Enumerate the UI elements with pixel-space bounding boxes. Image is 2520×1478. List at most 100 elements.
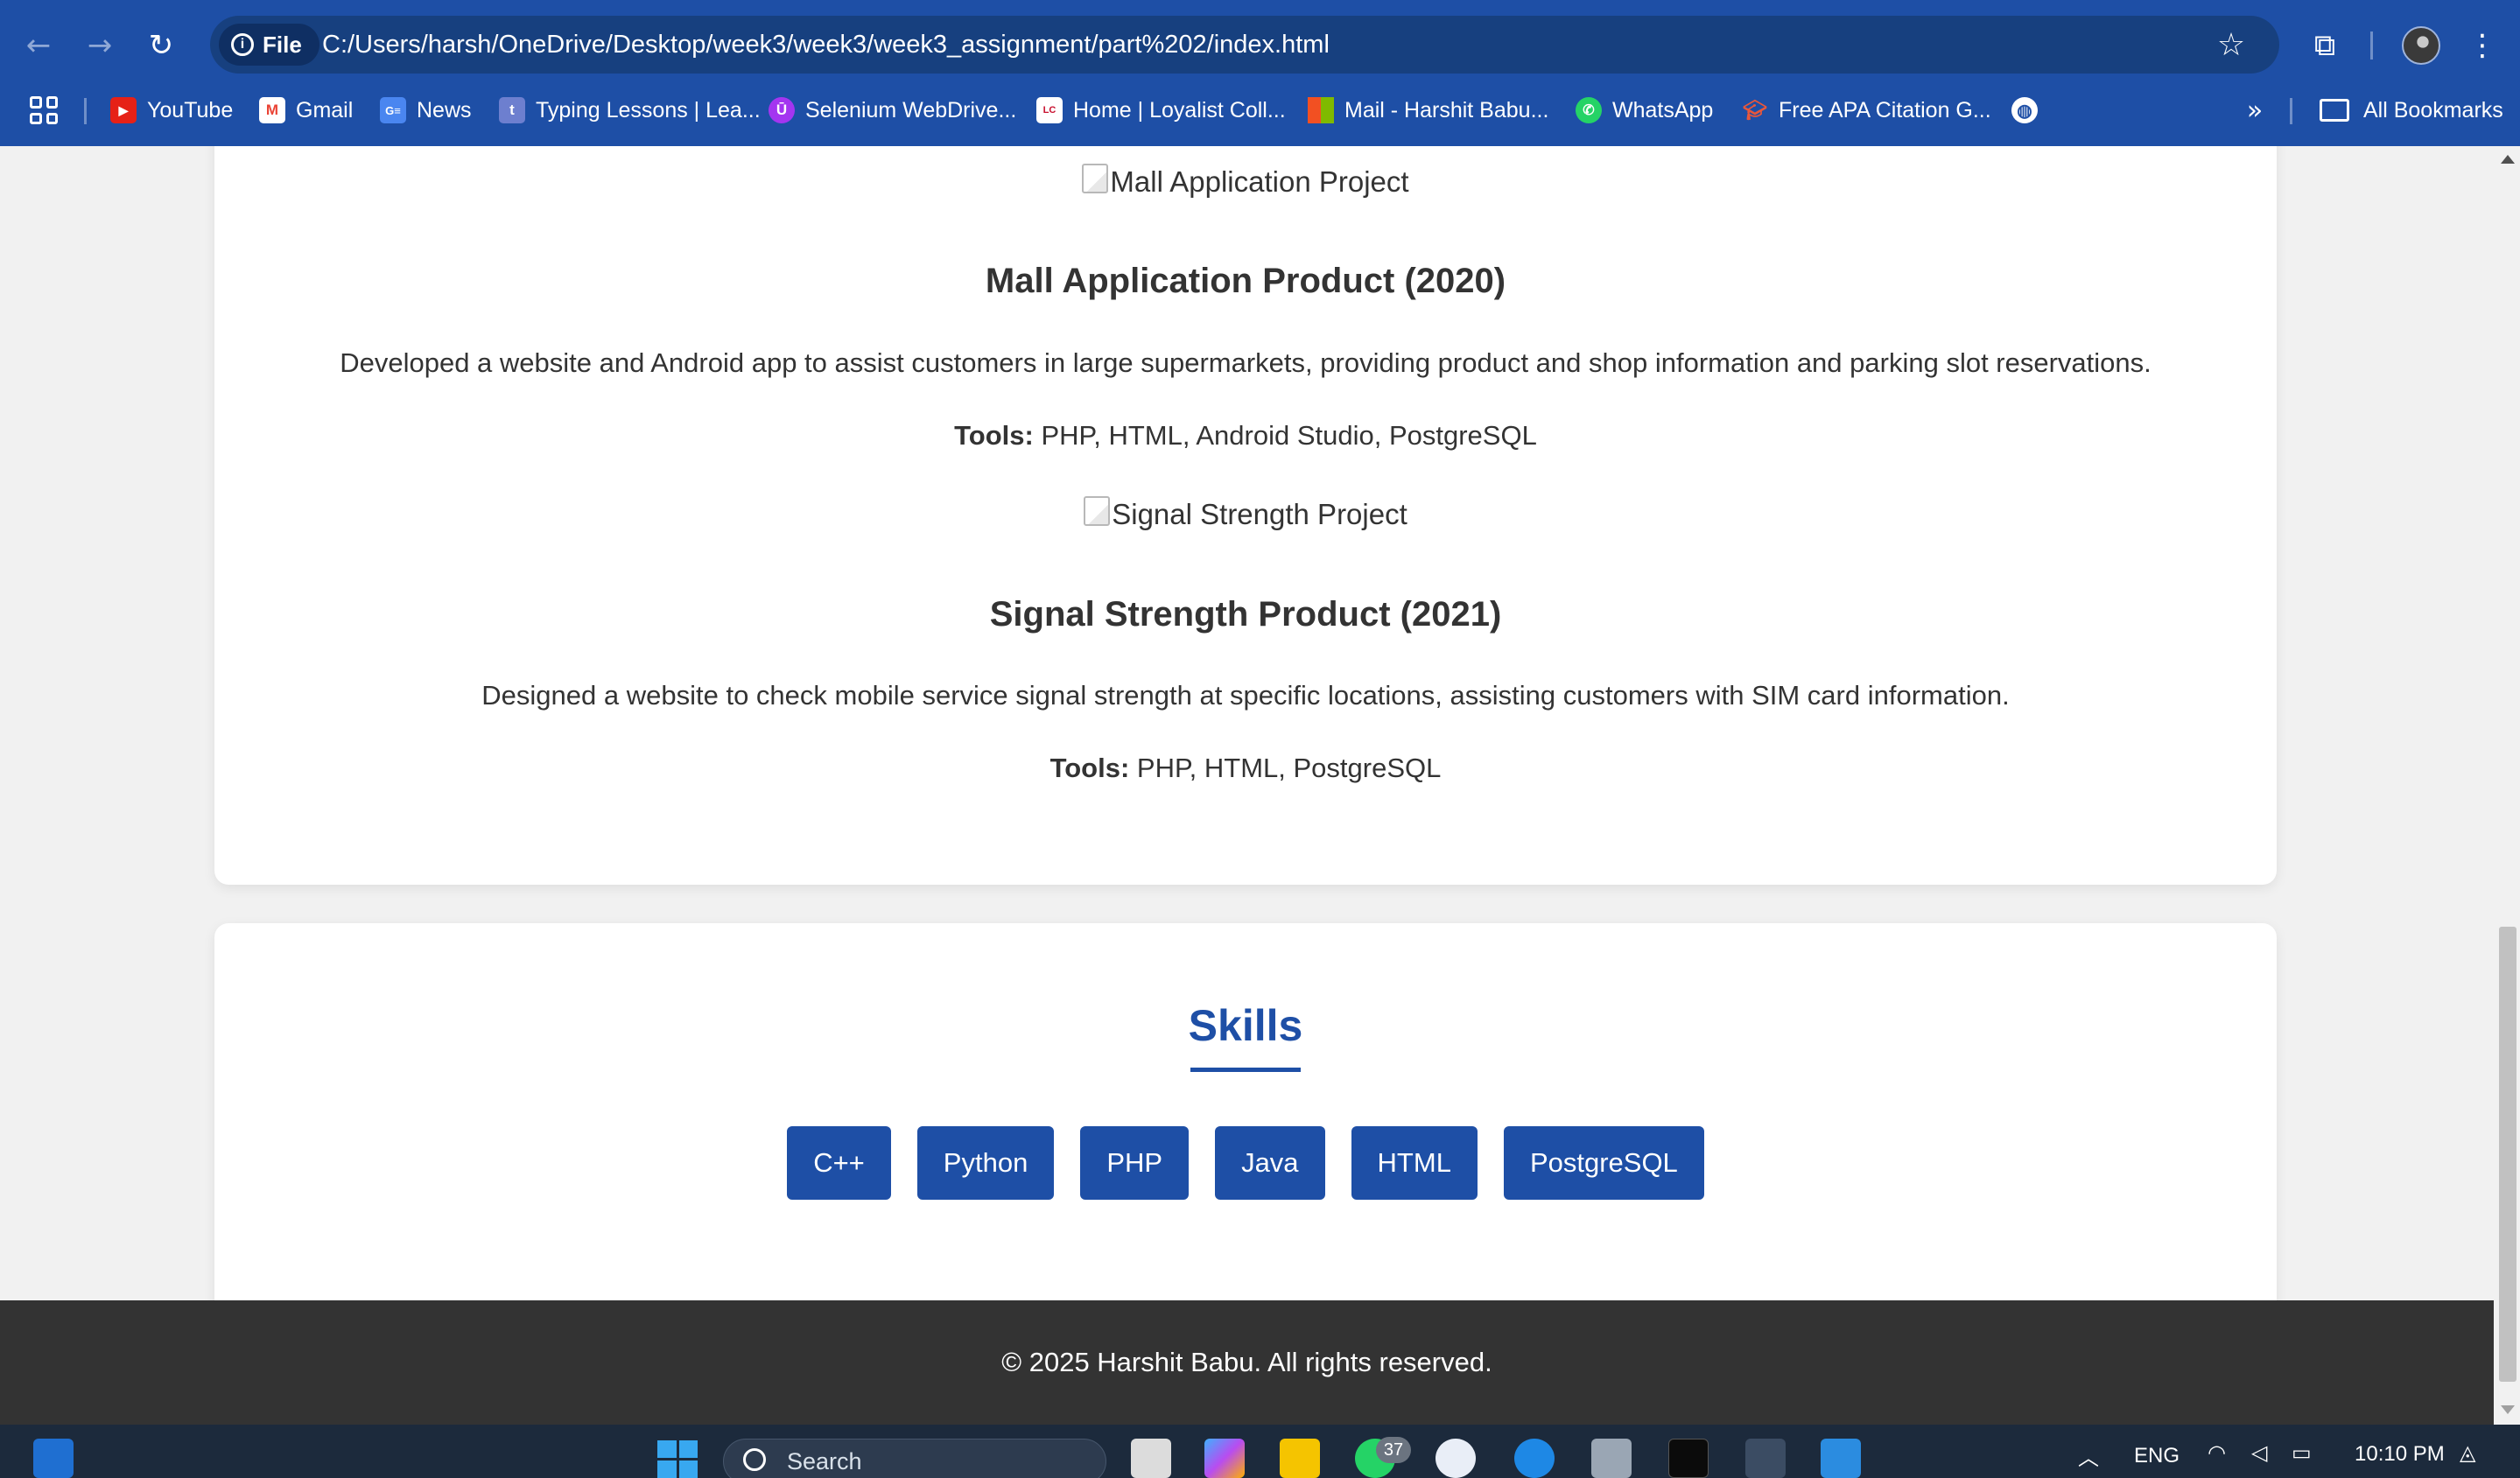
bookmark-apa-citation[interactable]: 🎓︎ Free APA Citation G...: [1742, 88, 1991, 133]
chrome-icon[interactable]: [1745, 1439, 1786, 1478]
bookmark-news[interactable]: G≡ News: [380, 88, 472, 133]
copilot-icon[interactable]: [1204, 1439, 1245, 1478]
bookmark-whatsapp[interactable]: ✆ WhatsApp: [1576, 88, 1713, 133]
skills-title-underline: [1190, 1068, 1301, 1072]
vertical-scrollbar[interactable]: [2494, 146, 2520, 1425]
gmail-icon: M: [259, 97, 285, 123]
task-view-icon[interactable]: [1131, 1439, 1171, 1478]
terminal-icon[interactable]: [1668, 1439, 1709, 1478]
globe-icon: ◍: [2011, 97, 2038, 123]
bookmarks-divider: [84, 98, 87, 124]
wifi-icon[interactable]: ◠: [2208, 1440, 2226, 1465]
footer-copyright: © 2025 Harshit Babu. All rights reserved…: [1001, 1347, 1492, 1377]
url-text[interactable]: C:/Users/harsh/OneDrive/Desktop/week3/we…: [322, 16, 1330, 74]
bookmark-selenium[interactable]: Ū Selenium WebDrive...: [769, 88, 1016, 133]
profile-avatar[interactable]: [2402, 26, 2440, 65]
page-footer: © 2025 Harshit Babu. All rights reserved…: [0, 1300, 2494, 1425]
bookmarks-bar: ▶ YouTube M Gmail G≡ News t Typing Lesso…: [0, 88, 2520, 133]
projects-section: Mall Application Project Mall Applicatio…: [214, 146, 2277, 885]
app-a-icon[interactable]: [1435, 1439, 1476, 1478]
bookmark-label: YouTube: [147, 97, 234, 123]
volume-icon[interactable]: ◁: [2251, 1440, 2267, 1465]
loyalist-icon: LC: [1036, 97, 1063, 123]
windows-start-icon[interactable]: [657, 1440, 698, 1478]
bookmark-label: News: [417, 97, 472, 123]
bookmark-globe[interactable]: ◍: [2011, 88, 2038, 133]
reload-button[interactable]: ↻: [138, 23, 184, 68]
scroll-down-arrow-icon[interactable]: [2501, 1405, 2515, 1414]
browser-toolbar: ← → ↻ i File C:/Users/harsh/OneDrive/Des…: [0, 14, 2520, 77]
typing-icon: t: [499, 97, 525, 123]
skill-badge-java[interactable]: Java: [1215, 1126, 1325, 1200]
apps-grid-icon[interactable]: [30, 96, 58, 124]
project-image-alt: Mall Application Project: [1110, 165, 1409, 198]
taskbar-search[interactable]: Search: [723, 1439, 1106, 1478]
scrollbar-thumb[interactable]: [2499, 927, 2516, 1382]
skills-title: Skills: [1188, 1001, 1303, 1050]
search-icon: [743, 1448, 766, 1471]
skill-badge-postgresql[interactable]: PostgreSQL: [1503, 1126, 1704, 1200]
bookmark-label: Mail - Harshit Babu...: [1344, 97, 1549, 123]
menu-kebab-icon[interactable]: ⋮: [2460, 23, 2505, 68]
whatsapp-icon: ✆: [1576, 97, 1602, 123]
back-button[interactable]: ←: [16, 23, 61, 68]
bookmark-loyalist[interactable]: LC Home | Loyalist Coll...: [1036, 88, 1286, 133]
bookmark-label: Typing Lessons | Lea...: [536, 97, 761, 123]
microsoft-icon: [1308, 97, 1334, 123]
project-image-alt: Signal Strength Project: [1112, 498, 1407, 530]
project-tools: Tools: PHP, HTML, PostgreSQL: [214, 753, 2277, 784]
bookmark-label: Selenium WebDrive...: [805, 97, 1017, 123]
vscode-icon[interactable]: [1821, 1439, 1861, 1478]
extensions-icon[interactable]: ⧉: [2302, 23, 2348, 68]
bookmark-label: Free APA Citation G...: [1779, 97, 1991, 123]
project-image: Mall Application Project: [214, 164, 2277, 199]
taskbar-search-placeholder: Search: [787, 1448, 862, 1474]
taskbar-clock[interactable]: 10:10 PM: [2355, 1442, 2445, 1467]
whatsapp-unread-badge: 37: [1376, 1437, 1411, 1463]
project-tools: Tools: PHP, HTML, Android Studio, Postgr…: [214, 420, 2277, 452]
project-title: Signal Strength Product (2021): [989, 595, 1502, 634]
udemy-icon: Ū: [769, 97, 795, 123]
battery-icon[interactable]: ▭: [2292, 1440, 2312, 1465]
project-description: Designed a website to check mobile servi…: [481, 680, 2010, 711]
docker-icon[interactable]: [1514, 1439, 1555, 1478]
input-language[interactable]: ENG: [2134, 1444, 2180, 1468]
notification-bell-icon[interactable]: ◬: [2460, 1440, 2475, 1465]
project-title: Mall Application Product (2020): [985, 262, 1506, 300]
bookmarks-overflow-icon[interactable]: »: [2237, 88, 2272, 133]
toolbar-divider: [2370, 32, 2373, 60]
site-info-chip[interactable]: i File: [219, 24, 319, 66]
bookmark-outlook-mail[interactable]: Mail - Harshit Babu...: [1308, 88, 1548, 133]
all-bookmarks-label: All Bookmarks: [2363, 97, 2503, 123]
google-news-icon: G≡: [380, 97, 406, 123]
bookmark-typing-lessons[interactable]: t Typing Lessons | Lea...: [499, 88, 761, 133]
youtube-icon: ▶: [110, 97, 137, 123]
bookmark-gmail[interactable]: M Gmail: [259, 88, 353, 133]
project-image: Signal Strength Project: [214, 496, 2277, 531]
bookmark-star-icon[interactable]: ☆: [2209, 23, 2253, 67]
windows-taskbar: Search 37 ︿ ENG ◠ ◁ ▭ 10:10 PM ◬: [0, 1425, 2520, 1478]
bookmark-youtube[interactable]: ▶ YouTube: [110, 88, 233, 133]
citation-icon: 🎓︎: [1743, 99, 1767, 121]
bookmark-label: WhatsApp: [1612, 97, 1714, 123]
tray-overflow-icon[interactable]: ︿: [2078, 1440, 2099, 1471]
skill-badge-python[interactable]: Python: [916, 1126, 1055, 1200]
project-description: Developed a website and Android app to a…: [340, 347, 2151, 378]
tools-label: Tools:: [1049, 753, 1130, 783]
skill-badge-html[interactable]: HTML: [1351, 1126, 1478, 1200]
browser-chrome: ← → ↻ i File C:/Users/harsh/OneDrive/Des…: [0, 0, 2520, 146]
forward-button[interactable]: →: [77, 23, 123, 68]
page-viewport: Mall Application Project Mall Applicatio…: [0, 146, 2494, 1425]
skill-badge-php[interactable]: PHP: [1080, 1126, 1190, 1200]
tools-label: Tools:: [954, 420, 1034, 451]
skills-list: C++ Python PHP Java HTML PostgreSQL: [214, 1126, 2277, 1200]
bookmark-label: Home | Loyalist Coll...: [1073, 97, 1286, 123]
database-icon[interactable]: [1591, 1439, 1632, 1478]
info-icon: i: [231, 33, 254, 56]
skill-badge-cpp[interactable]: C++: [787, 1126, 891, 1200]
address-bar[interactable]: i File C:/Users/harsh/OneDrive/Desktop/w…: [210, 16, 2279, 74]
all-bookmarks-button[interactable]: All Bookmarks: [2320, 88, 2503, 133]
scroll-up-arrow-icon[interactable]: [2501, 155, 2515, 164]
widgets-icon[interactable]: [33, 1439, 74, 1478]
file-explorer-icon[interactable]: [1280, 1439, 1320, 1478]
